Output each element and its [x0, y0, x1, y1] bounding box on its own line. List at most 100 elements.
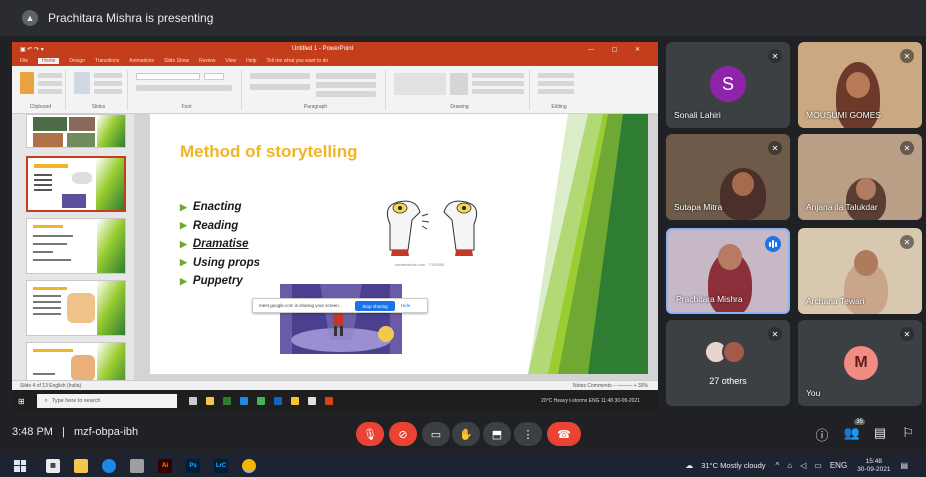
app-icon[interactable]	[290, 397, 299, 405]
ribbon-group-font[interactable]: Font	[132, 70, 242, 110]
photoshop-icon[interactable]: Ps	[186, 458, 200, 473]
window-controls[interactable]: — ▢ ✕	[588, 46, 648, 53]
taskbar-clock[interactable]: 15:48 30-09-2021	[857, 458, 890, 474]
status-view-controls[interactable]: Notes Comments − ——— + 33%	[573, 383, 648, 389]
shared-screen: ▣ ↶ ↷ ▾ Untitled 1 - PowerPoint — ▢ ✕ Fi…	[12, 42, 658, 412]
tab-review[interactable]: Review	[199, 58, 215, 64]
share-notice-text: meet.google.com is sharing your screen.	[259, 303, 341, 308]
edge-icon[interactable]	[102, 458, 116, 473]
app-icon[interactable]	[307, 397, 316, 405]
people-button[interactable]: 👥 35	[843, 419, 865, 441]
ppt-window-title: Untitled 1 - PowerPoint	[292, 46, 354, 52]
ribbon-group-clipboard[interactable]: Clipboard	[16, 70, 66, 110]
illustrator-icon[interactable]: Ai	[158, 458, 172, 473]
camera-toggle-button[interactable]: ⊘	[389, 422, 417, 446]
lightroom-icon[interactable]: LrC	[214, 458, 228, 473]
tab-design[interactable]: Design	[69, 58, 85, 64]
powerpoint-icon[interactable]	[324, 397, 333, 405]
tab-help[interactable]: Help	[246, 58, 256, 64]
windows-start-icon[interactable]: ⊞	[18, 397, 25, 406]
participant-tile[interactable]: ✕ Anjana ila Talukdar	[798, 134, 922, 220]
chevron-up-icon[interactable]: ^	[776, 461, 780, 470]
end-call-button[interactable]: ☎	[547, 422, 581, 446]
tab-slide-show[interactable]: Slide Show	[164, 58, 189, 64]
weather-text[interactable]: 31°C Mostly cloudy	[701, 461, 765, 470]
file-explorer-icon[interactable]	[74, 458, 88, 473]
ppt-ribbon: Clipboard Slides Font Paragraph Drawing …	[12, 66, 658, 114]
activities-icon: ⚐	[902, 425, 914, 440]
ribbon-group-paragraph[interactable]: Paragraph	[246, 70, 386, 110]
clock-date: 30-09-2021	[857, 465, 891, 473]
participant-tile-speaking[interactable]: Prachitara Mishra	[666, 228, 790, 314]
mic-off-icon: ✕	[768, 141, 782, 155]
current-slide[interactable]: Method of storytelling ▶ Enacting ▶ Readin…	[150, 114, 648, 374]
self-tile[interactable]: M ✕ You	[798, 320, 922, 406]
tab-view[interactable]: View	[225, 58, 236, 64]
hide-notice-button[interactable]: Hide	[401, 303, 410, 308]
slide-thumbnail[interactable]	[26, 280, 126, 336]
slide-thumbnail-selected[interactable]	[26, 156, 126, 212]
tell-me-search[interactable]: Tell me what you want to do	[266, 58, 328, 64]
task-view-icon[interactable]	[188, 397, 197, 405]
mic-toggle-button[interactable]: 🎙	[356, 422, 384, 446]
raise-hand-button[interactable]: ✋	[452, 422, 480, 446]
edge-icon[interactable]	[239, 397, 248, 405]
tab-transitions[interactable]: Transitions	[95, 58, 119, 64]
avatar: M	[844, 346, 878, 380]
app-icon[interactable]	[222, 397, 231, 405]
slide-editor: Method of storytelling ▶ Enacting ▶ Readin…	[134, 114, 658, 402]
network-icon[interactable]: ⌂	[787, 461, 792, 470]
participant-name: Sutapa Mitra	[674, 202, 723, 212]
tab-home[interactable]: Home	[38, 58, 60, 64]
bullet-arrow-icon: ▶	[180, 201, 187, 212]
bullet-arrow-icon: ▶	[180, 257, 187, 268]
avatar	[722, 340, 746, 364]
ppt-quick-access[interactable]: ▣ ↶ ↷ ▾	[20, 46, 44, 53]
app-icon[interactable]	[273, 397, 282, 405]
bullet-arrow-icon: ▶	[180, 220, 187, 231]
people-icon: 👥	[843, 425, 861, 440]
chat-button[interactable]: ▤	[871, 425, 889, 441]
participant-tile[interactable]: ✕ Archana Tewari	[798, 228, 922, 314]
participant-tile[interactable]: ✕ MOUSUMI GOMES	[798, 42, 922, 128]
chat-icon: ▤	[873, 425, 887, 440]
language-label[interactable]: ENG	[830, 461, 847, 470]
volume-icon[interactable]: ◁	[800, 461, 806, 470]
tab-file[interactable]: File	[20, 58, 28, 64]
meeting-details[interactable]: 3:48 PM | mzf-obpa-ibh	[12, 426, 138, 438]
slide-thumbnail[interactable]	[26, 114, 126, 148]
participant-tile[interactable]: ✕ Sutapa Mitra	[666, 134, 790, 220]
tab-animations[interactable]: Animations	[129, 58, 154, 64]
file-explorer-icon[interactable]	[205, 397, 214, 405]
captions-button[interactable]: ▭	[422, 422, 450, 446]
ribbon-label-slides: Slides	[91, 104, 106, 110]
battery-icon[interactable]: ▭	[814, 461, 822, 470]
shared-windows-taskbar: ⊞ ⌕ Type here to search 20°C Heavy t-sto…	[12, 390, 658, 412]
shared-taskbar-tray: 20°C Heavy t-storms ENG 11:48 30-09-2021	[541, 398, 640, 404]
more-options-button[interactable]: ⋮	[514, 422, 542, 446]
camera-off-icon: ⊘	[398, 428, 408, 441]
photos-icon[interactable]	[130, 458, 144, 473]
stop-sharing-button[interactable]: Stop sharing	[355, 301, 395, 311]
system-tray: ☁ 31°C Mostly cloudy ^ ⌂ ◁ ▭ ENG 15:48 3…	[685, 454, 916, 477]
chrome-icon[interactable]	[242, 458, 256, 473]
participant-face	[846, 72, 870, 98]
ribbon-group-drawing[interactable]: Drawing	[390, 70, 530, 110]
present-button[interactable]: ⬒	[483, 422, 511, 446]
others-tile[interactable]: ✕ 27 others	[666, 320, 790, 406]
ribbon-group-slides[interactable]: Slides	[70, 70, 128, 110]
participant-tile[interactable]: S ✕ Sonali Lahiri	[666, 42, 790, 128]
store-icon[interactable]: ▦	[46, 458, 60, 473]
notifications-icon[interactable]: ▤	[900, 461, 908, 470]
ribbon-group-editing[interactable]: Editing	[534, 70, 584, 110]
app-icon[interactable]	[256, 397, 265, 405]
activities-button[interactable]: ⚐	[899, 425, 917, 441]
mic-off-icon: ✕	[768, 327, 782, 341]
meeting-info-button[interactable]: ⓘ	[813, 425, 831, 444]
taskbar-search-box[interactable]: ⌕ Type here to search	[36, 394, 177, 408]
bullet-item: ▶ Reading	[180, 219, 239, 232]
slide-thumbnail[interactable]	[26, 218, 126, 274]
participant-name: Prachitara Mishra	[676, 294, 743, 304]
windows-start-icon[interactable]	[14, 459, 26, 472]
ppt-title-bar: ▣ ↶ ↷ ▾ Untitled 1 - PowerPoint — ▢ ✕	[12, 42, 658, 56]
